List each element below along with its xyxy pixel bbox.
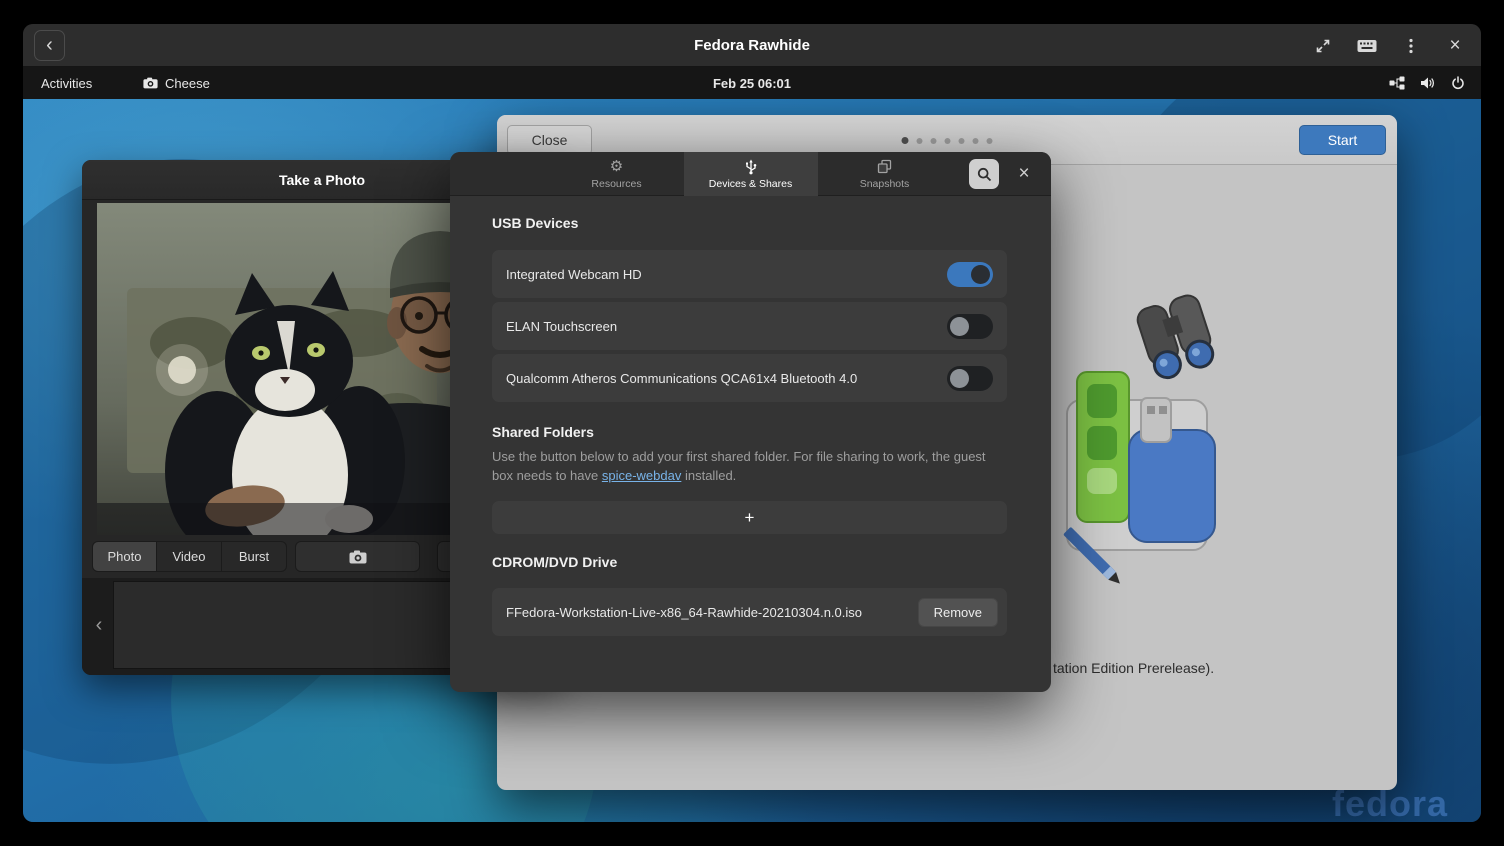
tab-resources[interactable]: ⚙ Resources — [550, 152, 684, 196]
window-title: Fedora Rawhide — [23, 24, 1481, 67]
usb-device-row: Qualcomm Atheros Communications QCA61x4 … — [492, 354, 1007, 402]
shared-desc-text: installed. — [681, 468, 736, 483]
page-dot — [931, 138, 937, 144]
page-dot — [902, 137, 909, 144]
usb-devices-heading: USB Devices — [492, 215, 578, 231]
switch-knob — [950, 317, 969, 336]
usb-device-row: Integrated Webcam HD — [492, 250, 1007, 298]
page-dot — [987, 138, 993, 144]
close-window-icon[interactable]: × — [1445, 36, 1465, 56]
gnome-top-bar: Activities Cheese Feb 25 06:01 — [23, 67, 1481, 99]
shared-folders-description: Use the button below to add your first s… — [492, 448, 992, 485]
camera-app-icon — [143, 77, 158, 89]
focused-app-indicator[interactable]: Cheese — [143, 67, 210, 99]
shared-folders-heading: Shared Folders — [492, 424, 594, 440]
preferences-header: ⚙ Resources — [450, 152, 1051, 196]
page-dot — [945, 138, 951, 144]
usb-device-name: ELAN Touchscreen — [506, 319, 617, 334]
tab-devices-shares[interactable]: Devices & Shares — [684, 152, 818, 196]
spice-webdav-link[interactable]: spice-webdav — [602, 468, 682, 483]
search-icon — [977, 167, 992, 182]
search-button[interactable] — [969, 159, 999, 189]
fullscreen-icon[interactable] — [1313, 36, 1333, 56]
tab-video[interactable]: Video — [157, 541, 222, 572]
os-caption: tation Edition Prerelease). — [1053, 660, 1214, 676]
usb-device-name: Integrated Webcam HD — [506, 267, 642, 282]
wizard-close-button[interactable]: Close — [507, 125, 592, 155]
cdrom-file-name: FFedora-Workstation-Live-x86_64-Rawhide-… — [506, 605, 862, 620]
cdrom-row: FFedora-Workstation-Live-x86_64-Rawhide-… — [492, 588, 1007, 636]
keyboard-icon[interactable] — [1357, 36, 1377, 56]
vm-window: ‹ Fedora Rawhide — [23, 24, 1481, 822]
desktop: fedora Close Start — [23, 99, 1481, 822]
tab-photo-label: Photo — [108, 549, 142, 564]
cheese-title: Take a Photo — [279, 172, 365, 188]
tab-devices-shares-label: Devices & Shares — [709, 178, 792, 190]
preferences-dialog: ⚙ Resources — [450, 152, 1051, 692]
system-status-area[interactable] — [1389, 67, 1465, 99]
toggle-switch[interactable] — [947, 314, 993, 339]
titlebar-actions: × — [1313, 24, 1465, 67]
remove-iso-button[interactable]: Remove — [918, 598, 998, 627]
switch-knob — [950, 369, 969, 388]
wizard-start-button[interactable]: Start — [1299, 125, 1386, 155]
tab-resources-label: Resources — [591, 178, 641, 190]
page-dot — [959, 138, 965, 144]
shared-desc-text: Use the button below to add your first s… — [492, 449, 986, 483]
tab-snapshots[interactable]: Snapshots — [818, 152, 952, 196]
clock-button[interactable]: Feb 25 06:01 — [713, 67, 791, 99]
activities-button[interactable]: Activities — [41, 67, 92, 99]
page-dot — [917, 138, 923, 144]
preferences-tabs: ⚙ Resources — [550, 152, 952, 196]
usb-device-name: Qualcomm Atheros Communications QCA61x4 … — [506, 371, 857, 386]
tab-video-label: Video — [172, 549, 205, 564]
gallery-prev-button[interactable]: ‹ — [84, 578, 114, 672]
plus-icon: + — [745, 508, 755, 528]
focused-app-name: Cheese — [165, 76, 210, 91]
tab-photo[interactable]: Photo — [92, 541, 157, 572]
toggle-switch[interactable] — [947, 262, 993, 287]
switch-knob — [971, 265, 990, 284]
tab-burst[interactable]: Burst — [222, 541, 287, 572]
network-icon — [1389, 76, 1405, 90]
volume-icon — [1420, 76, 1436, 90]
tab-snapshots-label: Snapshots — [860, 178, 910, 190]
vm-titlebar: ‹ Fedora Rawhide — [23, 24, 1481, 67]
take-photo-button[interactable] — [295, 541, 420, 572]
cheese-mode-tabs: Photo Video Burst — [92, 541, 287, 572]
add-shared-folder-button[interactable]: + — [492, 501, 1007, 534]
boxes-setup-illustration — [1037, 280, 1227, 590]
camera-shutter-icon — [349, 550, 367, 564]
tab-burst-label: Burst — [239, 549, 269, 564]
usb-icon — [744, 159, 758, 175]
page-dots — [902, 137, 993, 144]
usb-device-row: ELAN Touchscreen — [492, 302, 1007, 350]
gear-icon: ⚙ — [610, 159, 623, 175]
power-icon — [1451, 76, 1465, 90]
dialog-close-icon[interactable]: × — [1011, 161, 1037, 187]
snapshots-icon — [877, 159, 892, 175]
menu-kebab-icon[interactable] — [1401, 36, 1421, 56]
cdrom-heading: CDROM/DVD Drive — [492, 554, 617, 570]
page-dot — [973, 138, 979, 144]
toggle-switch[interactable] — [947, 366, 993, 391]
